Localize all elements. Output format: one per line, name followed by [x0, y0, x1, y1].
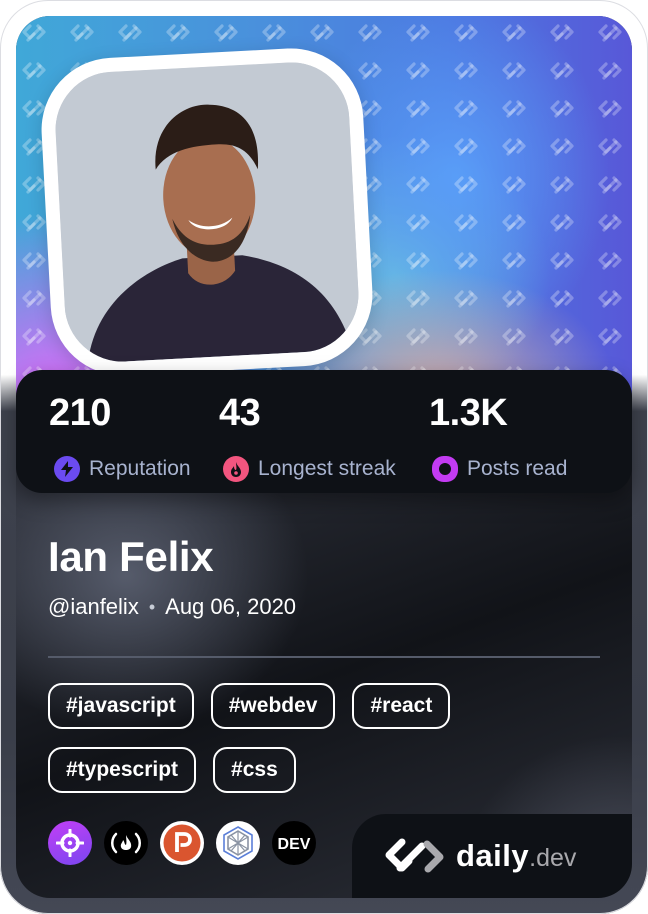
tag-list: #javascript #webdev #react #typescript #… — [48, 683, 608, 793]
profile-meta: @ianfelix • Aug 06, 2020 — [48, 592, 296, 622]
stat-reputation: 210 Reputation — [49, 392, 191, 482]
hexagon-source-icon[interactable] — [216, 821, 260, 865]
brand-dev-text: .dev — [529, 844, 577, 872]
daily-dev-logo-icon — [385, 838, 444, 873]
stat-label: Longest streak — [258, 457, 396, 480]
svg-text:DEV: DEV — [278, 836, 311, 852]
flame-icon — [223, 456, 249, 482]
avatar — [37, 44, 377, 380]
profile-card: 210 Reputation 43 Longest streak 1.3K Po… — [0, 0, 648, 914]
stats-panel: 210 Reputation 43 Longest streak 1.3K Po… — [16, 370, 632, 493]
eye-ring-icon — [432, 456, 458, 482]
stat-value: 43 — [219, 392, 261, 434]
stat-label: Posts read — [467, 457, 568, 480]
tag-chip[interactable]: #react — [352, 683, 451, 729]
freecodecamp-source-icon[interactable] — [104, 821, 148, 865]
banner-background — [16, 16, 632, 416]
person-photo-icon — [52, 59, 362, 365]
dev-to-source-icon[interactable]: DEV — [272, 821, 316, 865]
brand-daily-text: daily — [456, 838, 530, 873]
avatar-photo — [52, 59, 362, 365]
daily-dev-branding: daily .dev — [352, 814, 632, 898]
tag-chip[interactable]: #javascript — [48, 683, 194, 729]
tag-chip[interactable]: #typescript — [48, 747, 197, 793]
stat-value: 1.3K — [429, 392, 508, 434]
tag-chip[interactable]: #css — [213, 747, 296, 793]
stat-value: 210 — [49, 392, 111, 434]
profile-handle: @ianfelix — [48, 594, 139, 619]
tag-chip[interactable]: #webdev — [210, 683, 336, 729]
producthunt-source-icon[interactable] — [160, 821, 204, 865]
lightning-icon — [54, 456, 80, 482]
stat-posts-read: 1.3K Posts read — [429, 392, 567, 482]
profile-name: Ian Felix — [48, 533, 214, 580]
crosshair-source-icon[interactable] — [48, 821, 92, 865]
separator-dot: • — [148, 597, 156, 617]
profile-joined-date: Aug 06, 2020 — [165, 594, 297, 619]
stat-longest-streak: 43 Longest streak — [219, 392, 396, 482]
divider — [48, 656, 600, 658]
source-list: DEV — [48, 821, 316, 865]
stat-label: Reputation — [89, 457, 191, 480]
